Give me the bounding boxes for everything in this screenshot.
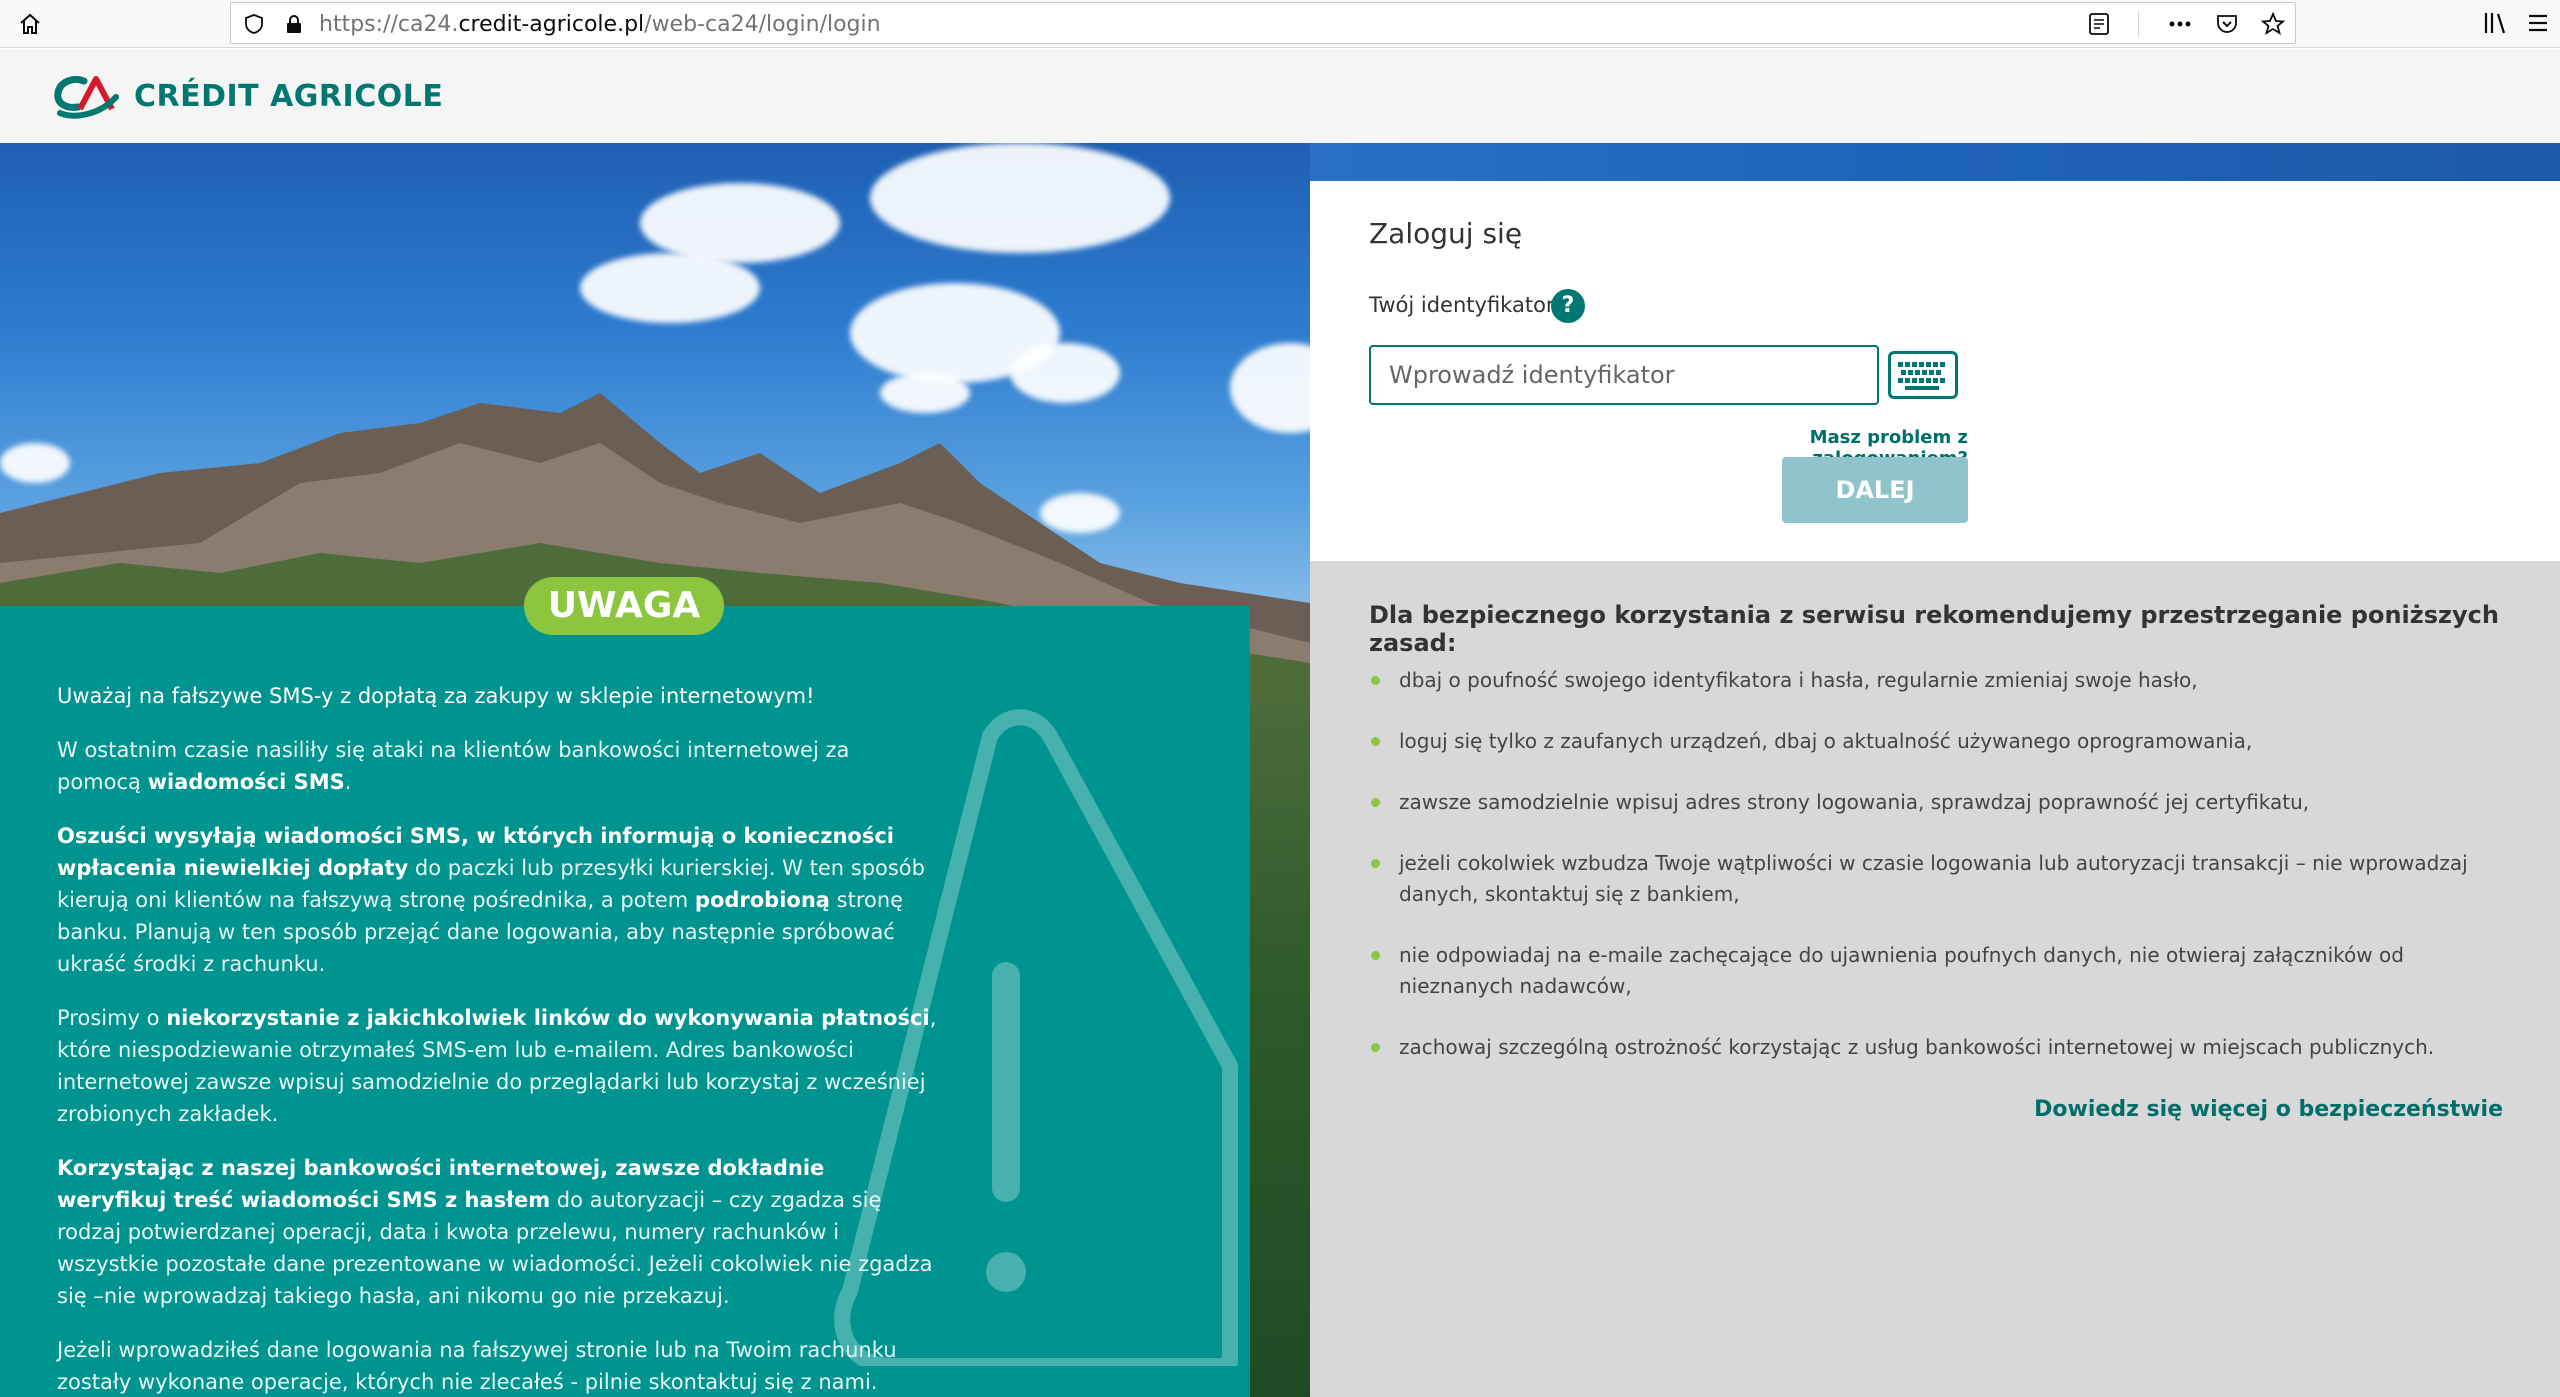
library-icon[interactable] — [2482, 10, 2510, 36]
help-icon[interactable]: ? — [1551, 289, 1585, 323]
security-tips-panel: Dla bezpiecznego korzystania z serwisu r… — [1310, 561, 2560, 1397]
login-title: Zaloguj się — [1369, 217, 1523, 250]
address-bar[interactable]: https://ca24.credit-agricole.pl/web-ca24… — [230, 2, 2296, 44]
logo-text: CRÉDIT AGRICOLE — [134, 78, 444, 114]
home-icon — [20, 13, 40, 34]
list-item: loguj się tylko z zaufanych urządzeń, db… — [1369, 726, 2519, 757]
bullet-icon — [1371, 951, 1380, 960]
pocket-icon[interactable] — [2215, 12, 2239, 36]
menu-icon[interactable] — [2526, 10, 2550, 36]
bullet-icon — [1371, 737, 1380, 746]
warning-paragraph-1: W ostatnim czasie nasiliły się ataki na … — [57, 738, 850, 794]
site-header: CRÉDIT AGRICOLE — [0, 49, 2560, 143]
browser-toolbar: https://ca24.credit-agricole.pl/web-ca24… — [0, 0, 2560, 48]
keyboard-icon — [1898, 362, 1945, 390]
identifier-label: Twój identyfikator — [1369, 293, 1555, 317]
list-item: nie odpowiadaj na e-maile zachęcające do… — [1369, 940, 2519, 1002]
bullet-icon — [1371, 1043, 1380, 1052]
warning-paragraph-5: Jeżeli wprowadziłeś dane logowania na fa… — [57, 1338, 897, 1394]
more-icon[interactable] — [2167, 12, 2193, 36]
credit-agricole-logo-icon — [54, 76, 119, 119]
list-item: jeżeli cokolwiek wzbudza Twoje wątpliwoś… — [1369, 848, 2519, 910]
bullet-icon — [1371, 798, 1380, 807]
reader-icon[interactable] — [2088, 12, 2110, 36]
header-image-strip — [1310, 143, 2560, 181]
lock-icon[interactable] — [283, 13, 305, 35]
bullet-icon — [1371, 859, 1380, 868]
warning-paragraph-4: Korzystając z naszej bankowości internet… — [57, 1156, 933, 1308]
list-item: dbaj o poufność swojego identyfikatora i… — [1369, 665, 2519, 696]
security-tips-list: dbaj o poufność swojego identyfikatora i… — [1369, 665, 2519, 1093]
credit-agricole-logo[interactable]: CRÉDIT AGRICOLE — [54, 73, 443, 119]
star-icon[interactable] — [2261, 12, 2285, 36]
warning-badge: UWAGA — [524, 577, 724, 635]
identifier-input[interactable] — [1369, 345, 1879, 405]
list-item: zachowaj szczególną ostrożność korzystaj… — [1369, 1032, 2519, 1063]
warning-paragraph-3: Prosimy o niekorzystanie z jakichkolwiek… — [57, 1006, 937, 1126]
warning-paragraph-2: Oszuści wysyłają wiadomości SMS, w który… — [57, 824, 925, 976]
security-tips-title: Dla bezpiecznego korzystania z serwisu r… — [1369, 601, 2499, 657]
virtual-keyboard-button[interactable] — [1888, 351, 1958, 399]
login-form: Zaloguj się Twój identyfikator ? Masz pr… — [1310, 181, 2560, 561]
home-button[interactable] — [14, 8, 46, 40]
url-text[interactable]: https://ca24.credit-agricole.pl/web-ca24… — [319, 12, 881, 37]
security-more-link[interactable]: Dowiedz się więcej o bezpieczeństwie — [2034, 1097, 2503, 1122]
shield-icon[interactable] — [243, 13, 265, 35]
warning-lead: Uważaj na fałszywe SMS-y z dopłatą za za… — [57, 684, 815, 708]
bullet-icon — [1371, 676, 1380, 685]
warning-panel: Uważaj na fałszywe SMS-y z dopłatą za za… — [0, 606, 1250, 1397]
next-button[interactable]: DALEJ — [1782, 457, 1968, 523]
list-item: zawsze samodzielnie wpisuj adres strony … — [1369, 787, 2519, 818]
